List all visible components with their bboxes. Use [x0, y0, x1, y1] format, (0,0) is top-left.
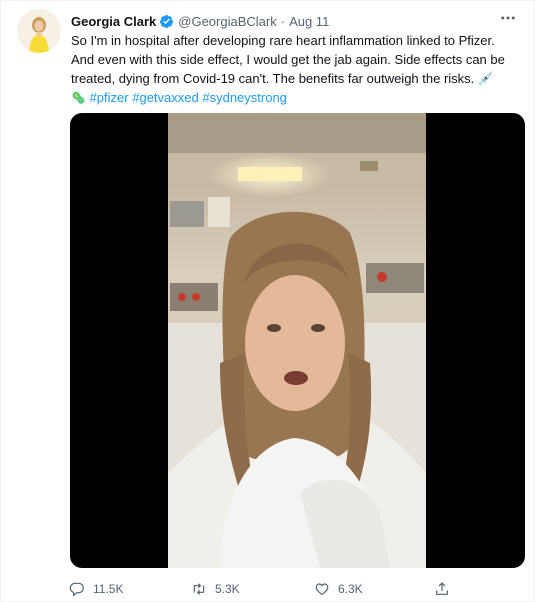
author-handle[interactable]: @GeorgiaBClark [178, 14, 276, 29]
reply-count: 11.5K [93, 582, 124, 596]
retweet-count: 5.3K [215, 582, 240, 596]
tweet-date[interactable]: Aug 11 [289, 14, 329, 29]
hashtag-line: 🦠 #pfizer #getvaxxed #sydneystrong [71, 88, 523, 108]
like-button[interactable]: 6.3K [314, 577, 363, 601]
tweet-text-line: So I'm in hospital after developing rare… [71, 33, 495, 48]
avatar-image [17, 9, 61, 53]
like-count: 6.3K [338, 582, 363, 596]
microbe-emoji: 🦠 [71, 91, 86, 105]
share-button[interactable] [434, 577, 458, 601]
tweet-text: So I'm in hospital after developing rare… [71, 31, 523, 108]
verified-badge-icon [160, 14, 174, 28]
tweet-actions: 11.5K 5.3K 6.3K [69, 577, 469, 601]
hashtag-link[interactable]: #pfizer [90, 90, 129, 105]
retweet-icon [193, 583, 205, 595]
like-icon [315, 583, 329, 596]
tweet-header: Georgia Clark @GeorgiaBClark · Aug 11 [71, 11, 518, 31]
author-name[interactable]: Georgia Clark [71, 14, 156, 29]
video-frame [168, 113, 426, 568]
reply-button[interactable]: 11.5K [69, 577, 123, 601]
reply-icon [69, 582, 84, 597]
video-player[interactable] [70, 113, 525, 568]
tweet-text-line: treated, dying from Covid-19 can't. The … [71, 71, 495, 86]
header-separator: · [280, 13, 286, 29]
share-icon [436, 582, 448, 595]
retweet-button[interactable]: 5.3K [191, 577, 240, 601]
tweet-card[interactable]: Georgia Clark @GeorgiaBClark · Aug 11 So… [0, 0, 535, 602]
hashtag-link[interactable]: #getvaxxed [132, 90, 199, 105]
author-avatar[interactable] [17, 9, 61, 53]
hashtag-link[interactable]: #sydneystrong [202, 90, 287, 105]
tweet-text-line: And even with this side effect, I would … [71, 52, 505, 67]
more-horizontal-icon[interactable] [498, 9, 518, 29]
